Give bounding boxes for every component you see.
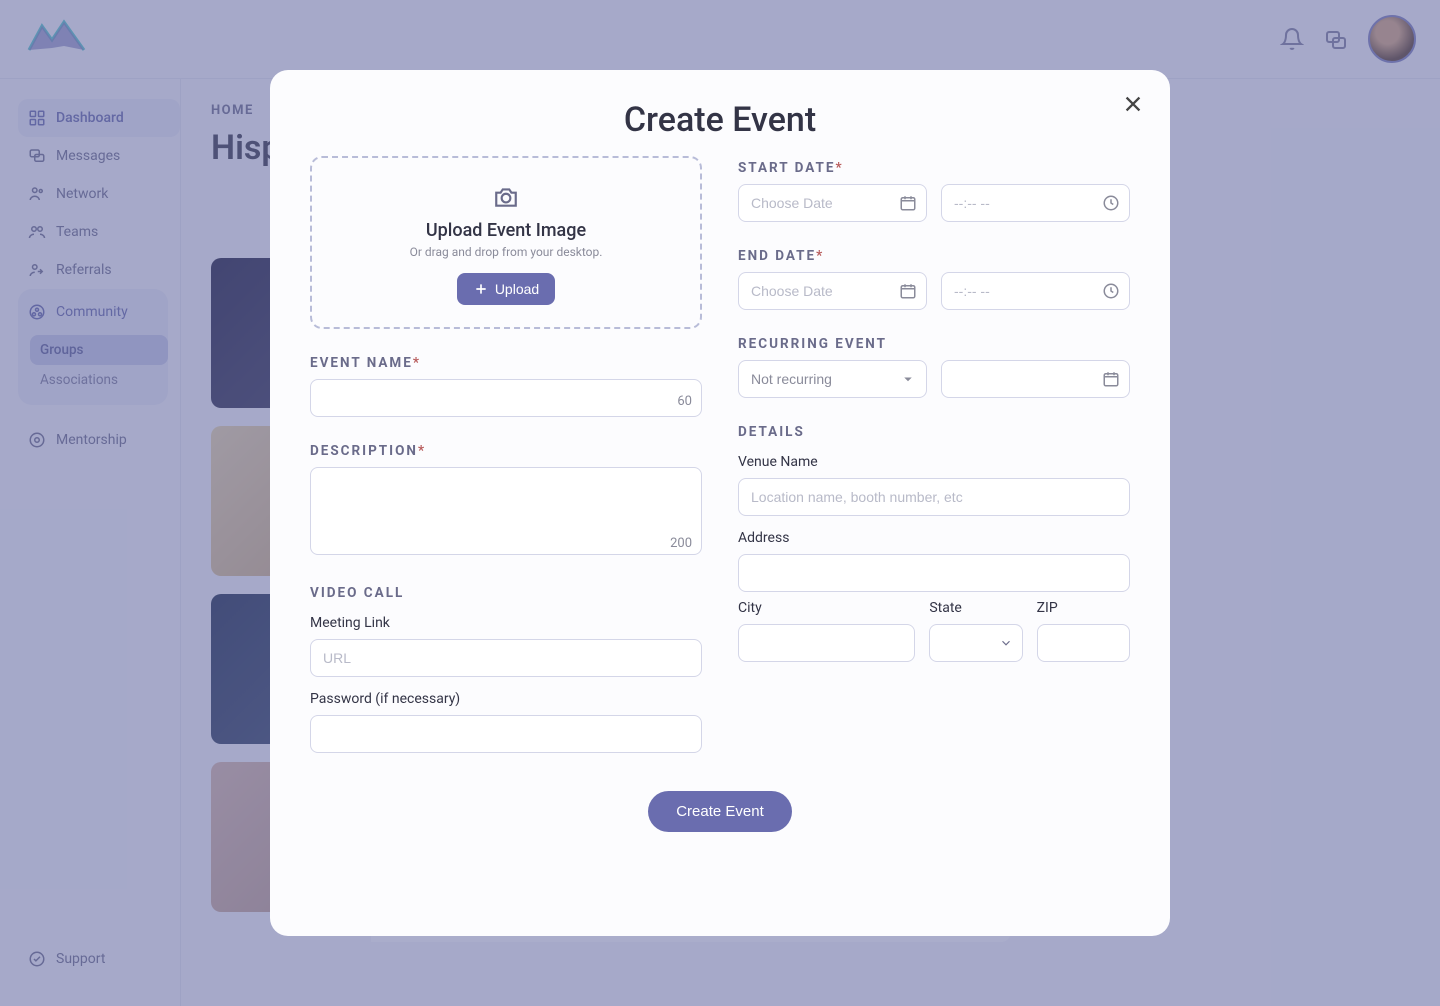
city-input[interactable] <box>738 624 915 662</box>
create-event-modal: Create Event Upload Event Image Or drag … <box>270 70 1170 936</box>
upload-title: Upload Event Image <box>332 220 680 241</box>
start-date-input[interactable] <box>738 184 927 222</box>
event-name-input[interactable] <box>310 379 702 417</box>
description-label: DESCRIPTION* <box>310 443 702 459</box>
meeting-link-label: Meeting Link <box>310 615 702 631</box>
recurring-until-input[interactable] <box>941 360 1130 398</box>
video-call-section: VIDEO CALL <box>310 585 702 601</box>
address-input[interactable] <box>738 554 1130 592</box>
venue-label: Venue Name <box>738 454 1130 470</box>
zip-input[interactable] <box>1037 624 1130 662</box>
venue-input[interactable] <box>738 478 1130 516</box>
start-date-label: START DATE* <box>738 160 1130 176</box>
end-date-label: END DATE* <box>738 248 1130 264</box>
char-limit: 60 <box>677 394 692 409</box>
state-label: State <box>929 600 1022 616</box>
address-label: Address <box>738 530 1130 546</box>
meeting-link-input[interactable] <box>310 639 702 677</box>
close-icon <box>1122 93 1144 115</box>
details-section: DETAILS <box>738 424 1130 440</box>
create-event-button[interactable]: Create Event <box>648 791 792 832</box>
upload-dropzone[interactable]: Upload Event Image Or drag and drop from… <box>310 156 702 329</box>
end-time-input[interactable] <box>941 272 1130 310</box>
event-name-label: EVENT NAME* <box>310 355 702 371</box>
recurring-label: RECURRING EVENT <box>738 336 1130 352</box>
close-button[interactable] <box>1122 90 1144 122</box>
password-input[interactable] <box>310 715 702 753</box>
camera-icon <box>493 184 519 210</box>
city-label: City <box>738 600 915 616</box>
zip-label: ZIP <box>1037 600 1130 616</box>
state-select[interactable] <box>929 624 1022 662</box>
plus-icon <box>473 281 489 297</box>
modal-overlay[interactable]: Create Event Upload Event Image Or drag … <box>0 0 1440 1006</box>
password-label: Password (if necessary) <box>310 691 702 707</box>
description-input[interactable] <box>310 467 702 555</box>
end-date-input[interactable] <box>738 272 927 310</box>
upload-subtitle: Or drag and drop from your desktop. <box>332 245 680 259</box>
recurring-select[interactable]: Not recurring <box>738 360 927 398</box>
char-limit: 200 <box>670 536 692 551</box>
upload-button[interactable]: Upload <box>457 273 555 305</box>
modal-title: Create Event <box>310 100 1130 140</box>
start-time-input[interactable] <box>941 184 1130 222</box>
